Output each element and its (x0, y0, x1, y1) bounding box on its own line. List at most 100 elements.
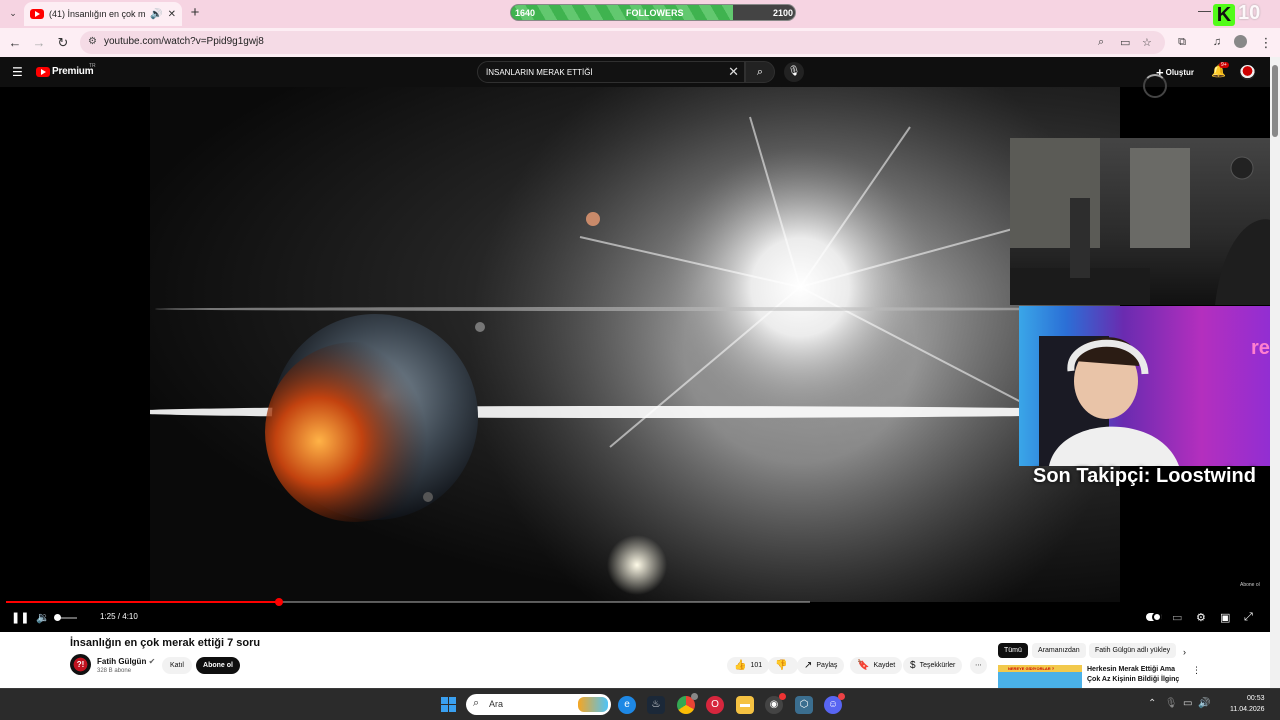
page-scrollbar[interactable] (1270, 57, 1280, 688)
followers-current: 1640 (515, 8, 536, 18)
tab-search-button[interactable]: ⌄ (6, 6, 20, 20)
channel-avatar[interactable]: ?! (70, 654, 91, 675)
edge-icon[interactable]: e (618, 696, 636, 714)
profile-avatar-icon[interactable] (1234, 35, 1247, 48)
clock-time: 00:53 (1246, 695, 1265, 702)
youtube-header: ☰ Premium TR İNSANLARIN MERAK ETTİĞİ ✕ ⌕… (0, 57, 1270, 87)
youtube-favicon-icon (30, 9, 44, 19)
time-display: 1:25 / 4:10 (100, 612, 138, 621)
fullscreen-icon[interactable]: ⤢ (1244, 611, 1253, 624)
subtitles-icon[interactable]: ▭ (1172, 611, 1182, 624)
file-explorer-icon[interactable]: ▬ (736, 696, 754, 714)
chip-next-chevron-icon[interactable]: › (1183, 647, 1186, 657)
search-icon: ⌕ (756, 66, 764, 78)
app-cube-icon[interactable]: ⬡ (795, 696, 813, 714)
more-actions-button[interactable]: ⋯ (970, 657, 987, 674)
search-button[interactable]: ⌕ (745, 61, 775, 83)
zoom-icon[interactable]: ⌕ (1098, 36, 1104, 49)
extensions-puzzle-icon[interactable]: ⧉ (1174, 35, 1190, 50)
microphone-icon[interactable]: 🎙 (1165, 698, 1178, 709)
windows-start-icon[interactable] (441, 697, 456, 712)
followers-label: FOLLOWERS (626, 8, 684, 18)
like-count: 101 (750, 662, 763, 669)
progress-scrubber[interactable] (275, 598, 284, 606)
subscribe-button[interactable]: Abone ol (196, 657, 240, 674)
chip-from-search[interactable]: Aramanızdan (1032, 643, 1086, 658)
cast-icon[interactable]: ▭ (1120, 36, 1130, 49)
progress-bar[interactable] (6, 598, 810, 606)
account-avatar[interactable] (1240, 65, 1255, 80)
webcam-room-view (1010, 138, 1270, 305)
taskbar-search-placeholder: Ara (489, 699, 504, 709)
channel-name-text: Fatih Gülgün (97, 657, 147, 666)
chip-all[interactable]: Tümü (998, 643, 1028, 658)
taskbar-search[interactable]: ⌕ Ara (466, 694, 611, 715)
save-button[interactable]: 🔖 Kaydet (850, 657, 903, 674)
share-button[interactable]: ↗ Paylaş (797, 657, 845, 674)
tray-chevron-up-icon[interactable]: ⌃ (1148, 698, 1156, 709)
volume-button[interactable]: 🔉 (36, 611, 50, 624)
join-button[interactable]: Katıl (162, 657, 192, 674)
kick-counter: 10 (1238, 2, 1261, 24)
scrollbar-thumb[interactable] (1272, 65, 1278, 137)
taskbar-clock[interactable]: 00:53 11.04.2026 (1230, 693, 1265, 715)
recommendation-menu-icon[interactable]: ⋮ (1192, 665, 1201, 676)
thanks-button[interactable]: $ Teşekkürler (903, 657, 963, 674)
clear-search-icon[interactable]: ✕ (728, 64, 739, 80)
network-icon[interactable]: ▭ (1183, 698, 1192, 709)
recommendation-thumbnail[interactable]: NEREYE GİDİYORLAR ? (998, 665, 1082, 688)
opera-icon[interactable]: O (706, 696, 724, 714)
volume-knob[interactable] (54, 614, 61, 621)
voice-search-button[interactable]: 🎙 (784, 62, 804, 82)
dislike-button[interactable]: 👎 (768, 657, 799, 674)
browser-tab[interactable]: (41) İnsanlığın en çok merak 🔊 ✕ (24, 2, 182, 26)
autoplay-toggle[interactable] (1146, 612, 1162, 622)
chrome-icon[interactable] (677, 693, 698, 714)
url-text: youtube.com/watch?v=Ppid9g1gwj8 (104, 36, 264, 47)
bookmark-star-icon[interactable]: ☆ (1142, 36, 1152, 49)
region-label: TR (89, 63, 96, 69)
create-label: Oluştur (1165, 68, 1195, 77)
tab-title: (41) İnsanlığın en çok merak (49, 9, 146, 19)
loading-spinner (1143, 74, 1167, 98)
speaker-icon[interactable]: 🔊 (150, 9, 162, 20)
close-tab-icon[interactable]: ✕ (168, 9, 176, 20)
webcam-streamer-view: rel (1019, 306, 1270, 466)
obs-icon[interactable]: ◉ (765, 693, 786, 714)
volume-icon[interactable]: 🔊 (1198, 698, 1210, 709)
new-tab-button[interactable]: + (188, 5, 202, 21)
followers-goal-fill (511, 5, 733, 20)
search-input[interactable]: İNSANLARIN MERAK ETTİĞİ ✕ (477, 61, 745, 83)
settings-gear-icon[interactable]: ⚙ (1196, 611, 1206, 624)
back-arrow-icon[interactable]: ← (7, 35, 23, 50)
steam-icon[interactable]: ♨ (647, 696, 665, 714)
media-controls-icon[interactable]: ♫ (1209, 35, 1225, 50)
youtube-logo-icon[interactable] (36, 67, 50, 77)
video-player[interactable]: rel Son Takipçi: Loostwind Abone ol ❚❚ 🔉… (0, 87, 1270, 632)
system-tray[interactable]: ⌃ 🎙 ▭ 🔊 (1148, 698, 1210, 709)
address-bar[interactable]: ⚙ youtube.com/watch?v=Ppid9g1gwj8 ⌕ ▭ ☆ (80, 31, 1165, 54)
video-frame[interactable] (150, 87, 1120, 602)
subscribe-watermark[interactable]: Abone ol (1240, 582, 1260, 588)
streamer-scene: rel (1039, 336, 1270, 466)
chip-channel-uploads[interactable]: Fatih Gülgün adlı yükley (1089, 643, 1177, 658)
site-info-icon[interactable]: ⚙ (88, 36, 97, 47)
discord-badge (838, 693, 845, 700)
bookmark-icon: 🔖 (857, 660, 870, 671)
video-title: İnsanlığın en çok merak ettiği 7 soru (70, 637, 261, 649)
forward-arrow-icon[interactable]: → (31, 35, 47, 50)
microphone-icon: 🎙 (787, 66, 801, 77)
reload-icon[interactable]: ↻ (55, 35, 71, 50)
youtube-premium-wordmark[interactable]: Premium (52, 66, 94, 77)
minimize-window-button[interactable]: — (1198, 3, 1211, 18)
browser-tab-strip: ⌄ (41) İnsanlığın en çok merak 🔊 ✕ + 164… (0, 0, 1280, 28)
like-button[interactable]: 👍 101 (727, 657, 770, 674)
browser-menu-icon[interactable]: ⋮ (1258, 35, 1274, 50)
miniplayer-icon[interactable]: ▣ (1220, 611, 1230, 624)
obs-badge (779, 693, 786, 700)
menu-hamburger-icon[interactable]: ☰ (12, 65, 23, 79)
pause-button[interactable]: ❚❚ (11, 611, 29, 624)
discord-icon[interactable]: ☺ (824, 693, 845, 714)
thumbs-up-icon: 👍 (734, 660, 747, 671)
channel-name[interactable]: Fatih Gülgün ✔ (97, 657, 155, 666)
